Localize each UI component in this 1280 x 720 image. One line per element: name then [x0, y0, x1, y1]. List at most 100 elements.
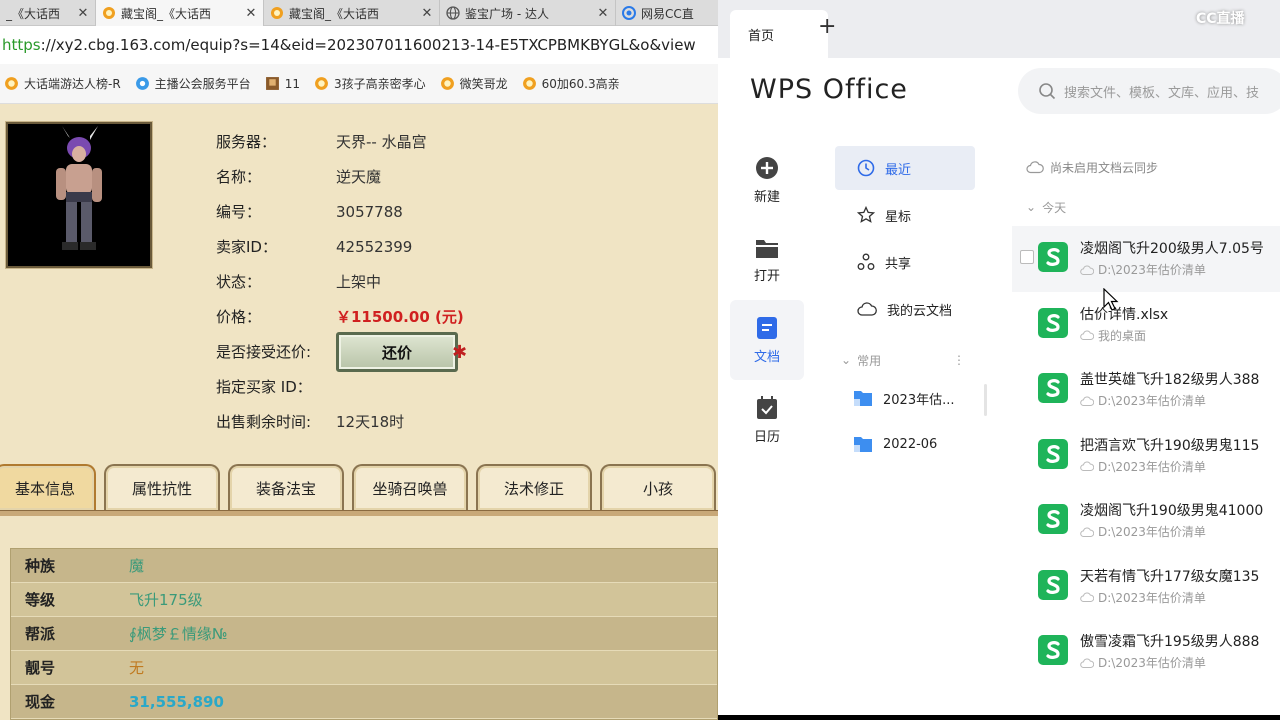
- name-label: 名称：: [216, 168, 262, 186]
- close-icon[interactable]: ✕: [243, 6, 259, 21]
- browser-window: _《大话西 ✕ 藏宝阁_《大话西 ✕ 藏宝阁_《大话西 ✕ 鉴宝广场 - 达人 …: [0, 0, 718, 720]
- today-group-header[interactable]: ⌄ 今天: [1012, 188, 1280, 226]
- cbg-logo-icon: [271, 7, 283, 19]
- file-name: 盖世英雄飞升182级男人388: [1080, 372, 1260, 388]
- tab-mounts-pets[interactable]: 坐骑召唤兽: [352, 464, 468, 510]
- cbg-logo-icon: [103, 7, 115, 19]
- nav-open[interactable]: 打开: [730, 220, 804, 300]
- address-bar[interactable]: https://xy2.cbg.163.com/equip?s=14&eid=2…: [0, 26, 718, 64]
- nav-calendar[interactable]: 日历: [730, 380, 804, 460]
- document-icon: [757, 316, 777, 339]
- cloud-unsynced-icon: [1080, 330, 1094, 340]
- bookmark-label: 主播公会服务平台: [154, 77, 251, 91]
- tab-basic-info[interactable]: 基本信息: [0, 464, 96, 510]
- today-label: 今天: [1042, 200, 1067, 215]
- list-item[interactable]: 凌烟阁飞升200级男人7.05号 D:\2023年估价清单: [1012, 226, 1280, 292]
- nav-label: 打开: [753, 268, 780, 284]
- list-item[interactable]: 凌烟阁飞升190级男鬼41000 D:\2023年估价清单: [1012, 488, 1280, 554]
- common-folder-2[interactable]: 2022-06: [835, 421, 975, 467]
- browser-tab-5[interactable]: 网易CC直: [616, 0, 718, 26]
- file-name: 把酒言欢飞升190级男鬼115: [1080, 437, 1260, 454]
- nav-recent[interactable]: 最近: [835, 146, 975, 190]
- bookmark-5[interactable]: 微笑哥龙: [440, 75, 508, 92]
- wps-home-tab[interactable]: 首页: [730, 10, 828, 58]
- file-path: D:\2023年估价清单: [1098, 394, 1206, 408]
- counter-offer-button[interactable]: 还价: [336, 332, 458, 372]
- table-row: 等级 飞升175级: [11, 583, 717, 617]
- list-item[interactable]: 估价详情.xlsx 我的桌面: [1012, 292, 1280, 358]
- character-portrait: [5, 121, 153, 269]
- cbg-logo-icon: [5, 77, 18, 90]
- file-path: D:\2023年估价清单: [1098, 525, 1206, 539]
- bookmark-2[interactable]: 主播公会服务平台: [135, 75, 251, 92]
- wps-search-input[interactable]: 搜索文件、模板、文库、应用、技: [1018, 68, 1280, 114]
- sync-status[interactable]: 尚未启用文档云同步: [1012, 150, 1280, 184]
- attr-value: 31,555,890: [129, 692, 224, 711]
- table-row: 靓号 无: [11, 651, 717, 685]
- select-checkbox[interactable]: [1020, 250, 1034, 264]
- price-label: 价格：: [216, 308, 262, 326]
- nav-starred[interactable]: 星标: [835, 193, 975, 237]
- chevron-down-icon: ⌄: [841, 353, 852, 367]
- tab-attributes[interactable]: 属性抗性: [104, 464, 220, 510]
- browser-tab-3[interactable]: 藏宝阁_《大话西 ✕: [264, 0, 440, 26]
- status-value: 上架中: [336, 273, 382, 291]
- nav-new[interactable]: 新建: [730, 140, 804, 220]
- mouse-cursor-icon: [1103, 288, 1119, 311]
- plus-circle-icon: [756, 156, 778, 179]
- tab-equipment[interactable]: 装备法宝: [228, 464, 344, 510]
- seller-label: 卖家ID：: [216, 238, 277, 256]
- attr-key: 等级: [25, 591, 56, 609]
- new-tab-icon[interactable]: +: [818, 14, 836, 39]
- scrollbar-thumb[interactable]: [984, 384, 987, 416]
- tab-label: 藏宝阁_《大话西: [121, 6, 212, 21]
- browser-tab-4[interactable]: 鉴宝广场 - 达人 ✕: [440, 0, 616, 26]
- listing-info: 服务器： 天界-- 水晶宫 名称： 逆天魔 编号： 3057788 卖家ID： 4255…: [216, 124, 464, 439]
- nav-label: 最近: [885, 162, 912, 178]
- list-item[interactable]: 盖世英雄飞升182级男人388 D:\2023年估价清单: [1012, 357, 1280, 423]
- url-path: ://xy2.cbg.163.com/equip?s=14&eid=202307…: [40, 36, 696, 54]
- common-section-header: ⌄ 常用 ⋮: [835, 345, 975, 375]
- cloud-unsynced-icon: [1080, 265, 1094, 275]
- bookmark-3[interactable]: 11: [265, 76, 300, 91]
- globe-icon: [446, 6, 460, 20]
- list-item[interactable]: 天若有情飞升177级女魔135 D:\2023年估价清单: [1012, 554, 1280, 620]
- close-icon[interactable]: ✕: [75, 6, 91, 21]
- nav-documents[interactable]: 文档: [730, 300, 804, 380]
- wps-middle-nav: 最近 星标 共享 我的云文档 ⌄ 常用 ⋮ 2023年估... 2022-06: [835, 146, 975, 467]
- nav-label: 日历: [753, 429, 780, 445]
- file-path: D:\2023年估价清单: [1098, 263, 1206, 277]
- list-item[interactable]: 傲雪凌霜飞升195级男人888 D:\2023年估价清单: [1012, 619, 1280, 685]
- bookmark-4[interactable]: 3孩子高亲密孝心: [314, 75, 426, 92]
- list-item[interactable]: 把酒言欢飞升190级男鬼115 D:\2023年估价清单: [1012, 423, 1280, 489]
- cbg-logo-icon: [522, 77, 536, 90]
- spreadsheet-icon: [1038, 635, 1068, 665]
- bookmark-1[interactable]: 大话端游达人榜-R: [4, 75, 121, 92]
- tab-children[interactable]: 小孩: [600, 464, 716, 510]
- file-name: 凌烟阁飞升190级男鬼41000: [1080, 503, 1264, 519]
- nav-shared[interactable]: 共享: [835, 240, 975, 284]
- spreadsheet-icon: [1038, 438, 1068, 469]
- spreadsheet-icon: [1038, 307, 1068, 338]
- attr-key: 种族: [25, 557, 56, 575]
- attr-key: 靓号: [25, 659, 56, 677]
- spreadsheet-icon: [1038, 569, 1068, 600]
- browser-tab-1[interactable]: _《大话西 ✕: [0, 0, 96, 26]
- common-folder-1[interactable]: 2023年估...: [835, 375, 975, 421]
- close-icon[interactable]: ✕: [595, 6, 611, 21]
- nav-cloud-docs[interactable]: 我的云文档: [835, 287, 975, 331]
- wps-window: 首页 + CC直播 WPS Office 搜索文件、模板、文库、应用、技 新建 …: [718, 0, 1280, 715]
- folder-icon: [756, 239, 778, 258]
- search-placeholder: 搜索文件、模板、文库、应用、技: [1064, 85, 1260, 101]
- nav-label: 文档: [753, 349, 780, 365]
- wps-title-bar: 首页 + CC直播: [718, 0, 1280, 58]
- close-icon[interactable]: ✕: [419, 6, 435, 21]
- folder-label: 2023年估...: [883, 392, 955, 408]
- browser-tab-2[interactable]: 藏宝阁_《大话西 ✕: [96, 0, 264, 26]
- file-path: D:\2023年估价清单: [1098, 459, 1206, 474]
- tab-spell-correction[interactable]: 法术修正: [476, 464, 592, 510]
- more-icon[interactable]: ⋮: [953, 353, 965, 367]
- server-value: 天界-- 水晶宫: [336, 133, 427, 151]
- bookmark-6[interactable]: 60加60.3高亲: [522, 75, 620, 92]
- nav-label: 星标: [885, 209, 912, 225]
